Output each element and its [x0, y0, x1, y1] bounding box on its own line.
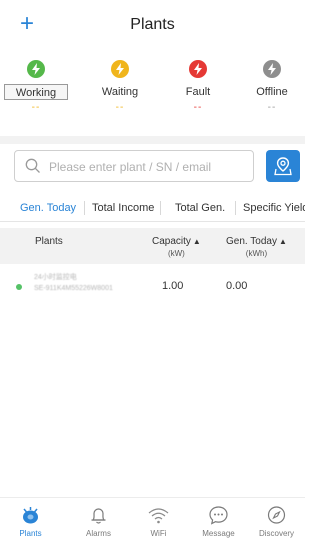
lightning-icon	[263, 60, 281, 78]
column-unit: (kWh)	[245, 249, 268, 258]
nav-label: Message	[202, 529, 235, 538]
nav-message[interactable]: Message	[188, 504, 249, 538]
nav-discovery[interactable]: Discovery	[246, 504, 307, 538]
header-bar: + Plants	[0, 0, 305, 50]
status-fault[interactable]: Fault --	[166, 60, 230, 113]
plants-icon	[23, 507, 38, 524]
table-header: Plants Capacity ▲︎ (kW) Gen. Today ▲︎ (kWh…	[0, 228, 305, 264]
status-label: Waiting	[101, 86, 139, 98]
status-count: --	[267, 102, 277, 113]
search-input[interactable]	[49, 157, 249, 177]
tab-specific-yield[interactable]: Specific Yield	[243, 202, 305, 214]
sort-tabs: Gen. Today Total Income Total Gen. Speci…	[0, 196, 305, 222]
page-title: Plants	[130, 16, 175, 33]
status-count: --	[115, 102, 125, 113]
status-label: Fault	[185, 86, 211, 98]
plant-sn: SE-911K4M55226W8001	[34, 285, 113, 292]
status-label: Offline	[256, 86, 288, 98]
column-unit: (kW)	[167, 249, 185, 258]
wifi-icon	[148, 508, 169, 524]
gen-today-value: 0.00	[226, 280, 248, 292]
status-dot	[16, 284, 22, 290]
nav-label: WiFi	[150, 529, 167, 538]
tab-separator	[160, 201, 161, 215]
search-icon	[25, 158, 40, 173]
lightning-icon	[189, 60, 207, 78]
nav-label: Discovery	[258, 529, 295, 538]
tab-separator	[235, 201, 236, 215]
status-waiting[interactable]: Waiting --	[88, 60, 152, 113]
column-label: Capacity	[152, 236, 191, 247]
column-plants: Plants	[35, 236, 63, 247]
bottom-nav: Plants Alarms WiFi Message Discovery	[0, 497, 305, 543]
lightning-icon	[111, 60, 129, 78]
status-working[interactable]: Working --	[4, 60, 68, 113]
nav-label: Alarms	[86, 529, 111, 538]
status-offline[interactable]: Offline --	[240, 60, 304, 113]
nav-wifi[interactable]: WiFi	[128, 504, 189, 538]
status-label: Working	[4, 84, 68, 100]
section-divider	[0, 136, 305, 144]
nav-label: Plants	[19, 529, 42, 538]
plant-name: 24小时监控电 SE-911K4M55226W8001	[34, 272, 113, 294]
sort-icon: ▲︎	[278, 237, 287, 246]
chat-icon	[209, 506, 228, 525]
lightning-icon	[27, 60, 45, 78]
status-count: --	[193, 102, 203, 113]
column-label: Plants	[35, 236, 63, 247]
nav-alarms[interactable]: Alarms	[68, 504, 129, 538]
status-summary: Working -- Waiting -- Fault -- Offline -…	[0, 60, 305, 130]
map-button[interactable]	[266, 150, 300, 182]
nav-plants[interactable]: Plants	[0, 504, 61, 538]
table-row[interactable]: 24小时监控电 SE-911K4M55226W8001 1.00 0.00	[0, 264, 305, 310]
column-capacity[interactable]: Capacity ▲︎ (kW)	[152, 236, 201, 258]
column-gen-today[interactable]: Gen. Today ▲︎ (kWh)	[226, 236, 287, 258]
compass-icon	[267, 506, 286, 524]
sort-icon: ▲︎	[192, 237, 201, 246]
tab-gen-today[interactable]: Gen. Today	[20, 202, 76, 214]
tab-total-income[interactable]: Total Income	[92, 202, 154, 214]
bell-icon	[91, 508, 106, 524]
search-box[interactable]	[14, 150, 254, 182]
status-count: --	[31, 102, 41, 113]
tab-separator	[84, 201, 85, 215]
capacity-value: 1.00	[162, 280, 184, 292]
map-pin-icon	[274, 157, 292, 176]
column-label: Gen. Today	[226, 236, 277, 247]
plant-title: 24小时监控电	[34, 274, 77, 281]
tab-total-gen[interactable]: Total Gen.	[175, 202, 225, 214]
